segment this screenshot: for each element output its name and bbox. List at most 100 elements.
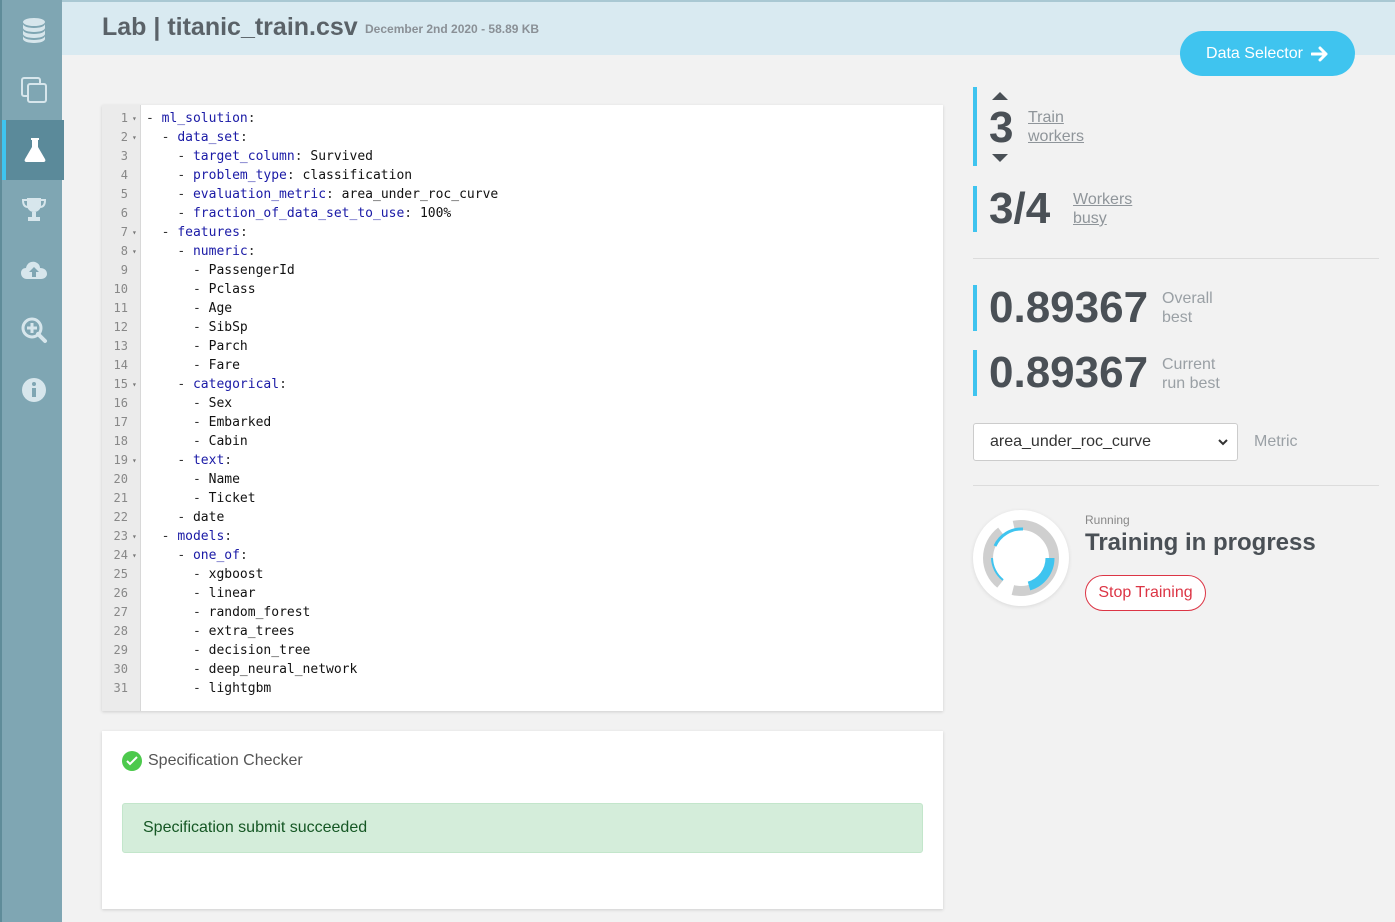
code-text: - data_set:: [161, 130, 248, 145]
training-title: Training in progress: [1085, 529, 1316, 556]
data-selector-label: Data Selector: [1206, 44, 1303, 62]
nav-database[interactable]: [4, 0, 64, 60]
nav-leaderboard[interactable]: [4, 180, 64, 240]
code-line[interactable]: 1 ▾ - ml_solution:: [102, 109, 943, 128]
code-line[interactable]: 17 - Embarked: [102, 413, 943, 432]
code-text: - problem_type: classification: [177, 168, 413, 183]
page-title: Lab | titanic_train.csv: [102, 13, 358, 41]
code-line[interactable]: 23 ▾ - models:: [102, 527, 943, 546]
zoom-in-icon: [21, 317, 47, 343]
code-text: - Name: [192, 472, 240, 487]
code-line[interactable]: 16 - Sex: [102, 394, 943, 413]
train-workers-label[interactable]: Train workers: [1028, 108, 1084, 146]
code-line[interactable]: 5 - evaluation_metric: area_under_roc_cu…: [102, 185, 943, 204]
code-line[interactable]: 7 ▾ - features:: [102, 223, 943, 242]
line-number: 15: [113, 377, 128, 391]
line-number: 25: [113, 567, 128, 581]
workers-busy-label[interactable]: Workers busy: [1073, 190, 1132, 228]
fold-toggle-icon[interactable]: ▾: [132, 223, 137, 242]
stop-training-button[interactable]: Stop Training: [1085, 575, 1206, 611]
code-line[interactable]: 22 - date: [102, 508, 943, 527]
code-line[interactable]: 24 ▾ - one_of:: [102, 546, 943, 565]
code-line[interactable]: 12 - SibSp: [102, 318, 943, 337]
code-text: - linear: [192, 586, 256, 601]
code-line[interactable]: 14 - Fare: [102, 356, 943, 375]
line-number: 12: [113, 320, 128, 334]
fold-toggle-icon[interactable]: ▾: [132, 128, 137, 147]
code-text: - Parch: [192, 339, 248, 354]
line-number: 29: [113, 643, 128, 657]
nav-lab[interactable]: [2, 120, 64, 180]
line-number: 2: [120, 130, 128, 144]
chevron-up-icon[interactable]: [991, 91, 1009, 101]
line-number: 14: [113, 358, 128, 372]
code-line[interactable]: 6 - fraction_of_data_set_to_use: 100%: [102, 204, 943, 223]
code-line[interactable]: 30 - deep_neural_network: [102, 660, 943, 679]
fold-toggle-icon[interactable]: ▾: [132, 109, 137, 128]
code-text: - one_of:: [177, 548, 248, 563]
code-line[interactable]: 8 ▾ - numeric:: [102, 242, 943, 261]
chevron-down-icon: [1218, 439, 1228, 446]
code-editor[interactable]: 1 ▾ - ml_solution: 2 ▾ - data_set: 3 - target…: [102, 105, 943, 711]
nav-deploy[interactable]: [4, 240, 64, 300]
fold-toggle-icon[interactable]: ▾: [132, 375, 137, 394]
data-selector-button[interactable]: Data Selector: [1180, 31, 1355, 76]
overall-best-stat: 0.89367 Overall best: [973, 283, 1213, 332]
nav-inspect[interactable]: [4, 300, 64, 360]
chevron-down-icon[interactable]: [991, 153, 1009, 163]
code-line[interactable]: 9 - PassengerId: [102, 261, 943, 280]
code-line[interactable]: 27 - random_forest: [102, 603, 943, 622]
code-text: - Ticket: [192, 491, 256, 506]
code-text: - PassengerId: [192, 263, 295, 278]
code-line[interactable]: 10 - Pclass: [102, 280, 943, 299]
cloud-upload-icon: [21, 261, 47, 279]
code-line[interactable]: 25 - xgboost: [102, 565, 943, 584]
line-number: 22: [113, 510, 128, 524]
fold-toggle-icon[interactable]: ▾: [132, 451, 137, 470]
code-text: - date: [177, 510, 225, 525]
code-line[interactable]: 20 - Name: [102, 470, 943, 489]
line-number: 30: [113, 662, 128, 676]
code-text: - Pclass: [192, 282, 256, 297]
info-icon: [22, 378, 46, 402]
metric-select[interactable]: area_under_roc_curve: [973, 423, 1238, 461]
nav-info[interactable]: [4, 360, 64, 420]
metric-select-value: area_under_roc_curve: [990, 433, 1151, 450]
code-text: - target_column: Survived: [177, 149, 373, 164]
code-line[interactable]: 29 - decision_tree: [102, 641, 943, 660]
code-line[interactable]: 26 - linear: [102, 584, 943, 603]
line-number: 31: [113, 681, 128, 695]
code-line[interactable]: 21 - Ticket: [102, 489, 943, 508]
overall-best-label: Overall best: [1162, 290, 1213, 326]
metric-label: Metric: [1254, 433, 1298, 450]
spec-checker-panel: Specification Checker Specification subm…: [102, 731, 943, 909]
spinner-icon: [983, 520, 1059, 596]
code-text: - xgboost: [192, 567, 264, 582]
code-text: - Fare: [192, 358, 240, 373]
current-best-value: 0.89367: [989, 348, 1149, 397]
code-line[interactable]: 3 - target_column: Survived: [102, 147, 943, 166]
code-line[interactable]: 4 - problem_type: classification: [102, 166, 943, 185]
code-text: - Sex: [192, 396, 233, 411]
code-text: - features:: [161, 225, 248, 240]
code-text: - SibSp: [192, 320, 248, 335]
code-line[interactable]: 11 - Age: [102, 299, 943, 318]
code-line[interactable]: 15 ▾ - categorical:: [102, 375, 943, 394]
line-number: 26: [113, 586, 128, 600]
code-line[interactable]: 2 ▾ - data_set:: [102, 128, 943, 147]
code-line[interactable]: 28 - extra_trees: [102, 622, 943, 641]
trophy-icon: [21, 198, 47, 221]
code-line[interactable]: 13 - Parch: [102, 337, 943, 356]
nav-copy[interactable]: [4, 60, 64, 120]
code-line[interactable]: 19 ▾ - text:: [102, 451, 943, 470]
fold-toggle-icon[interactable]: ▾: [132, 527, 137, 546]
code-text: - ml_solution:: [146, 111, 256, 126]
code-text: - Cabin: [192, 434, 248, 449]
code-line[interactable]: 18 - Cabin: [102, 432, 943, 451]
sidebar: [0, 0, 64, 922]
fold-toggle-icon[interactable]: ▾: [132, 242, 137, 261]
fold-toggle-icon[interactable]: ▾: [132, 546, 137, 565]
code-line[interactable]: 31 - lightgbm: [102, 679, 943, 698]
line-number: 7: [120, 225, 128, 239]
line-number: 11: [113, 301, 128, 315]
